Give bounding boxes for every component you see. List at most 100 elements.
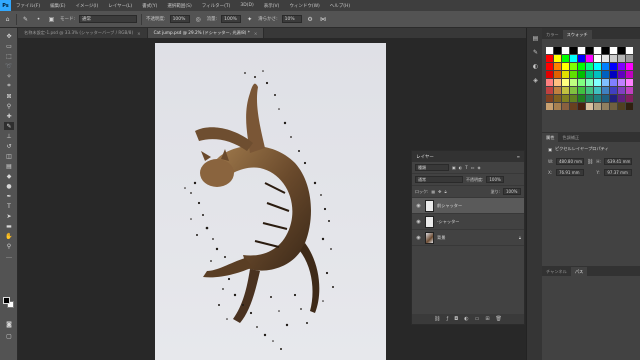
color-swatch[interactable]: [570, 87, 577, 94]
color-swatch[interactable]: [586, 71, 593, 78]
close-icon[interactable]: ×: [254, 31, 258, 36]
lock-all-icon[interactable]: 🔒︎: [445, 189, 447, 194]
menu-filter[interactable]: フィルター(T): [197, 3, 236, 9]
screen-mode-icon[interactable]: ▢: [4, 332, 14, 340]
close-icon[interactable]: ×: [137, 31, 141, 36]
quick-select-tool-icon[interactable]: ✧: [4, 72, 14, 80]
filter-type-icon[interactable]: T: [465, 165, 467, 170]
menu-help[interactable]: ヘルプ(H): [325, 3, 355, 9]
menu-window[interactable]: ウィンドウ(W): [284, 3, 324, 9]
color-swatch[interactable]: [562, 95, 569, 102]
link-layers-icon[interactable]: ⛓: [434, 316, 440, 322]
menu-edit[interactable]: 編集(E): [45, 3, 70, 9]
healing-tool-icon[interactable]: ✚: [4, 112, 14, 120]
color-swatch[interactable]: [618, 103, 625, 110]
menu-image[interactable]: イメージ(I): [70, 3, 103, 9]
color-swatch[interactable]: [610, 103, 617, 110]
color-swatch[interactable]: [562, 55, 569, 62]
brush-size-icon[interactable]: •: [34, 15, 43, 24]
link-icon[interactable]: ⛓: [587, 159, 593, 165]
blend-mode-dropdown[interactable]: 通常: [415, 176, 463, 183]
color-swatch[interactable]: [602, 55, 609, 62]
fx-icon[interactable]: ƒ: [446, 316, 448, 322]
tab-paths[interactable]: パス: [570, 267, 588, 276]
color-swatch[interactable]: [594, 95, 601, 102]
color-swatch[interactable]: [594, 79, 601, 86]
color-swatch[interactable]: [570, 47, 577, 54]
color-swatch[interactable]: [578, 47, 585, 54]
brush-tool-icon[interactable]: ✎: [21, 15, 30, 24]
airbrush-icon[interactable]: ✦: [245, 15, 254, 24]
eye-icon[interactable]: ◉: [415, 219, 422, 225]
color-swatch[interactable]: [618, 79, 625, 86]
eye-icon[interactable]: ◉: [415, 203, 422, 209]
blur-tool-icon[interactable]: ◆: [4, 172, 14, 180]
color-swatch[interactable]: [554, 63, 561, 70]
color-swatch[interactable]: [578, 71, 585, 78]
frame-tool-icon[interactable]: ⊠: [4, 92, 14, 100]
y-field[interactable]: 97.37 mm: [604, 169, 633, 176]
color-swatch[interactable]: [578, 95, 585, 102]
crop-tool-icon[interactable]: ⌗: [4, 82, 14, 90]
color-swatch[interactable]: [594, 71, 601, 78]
shape-tool-icon[interactable]: ▬: [4, 222, 14, 230]
color-swatch[interactable]: [562, 79, 569, 86]
opacity-field[interactable]: 100%: [169, 15, 190, 23]
move-tool-icon[interactable]: ✥: [4, 32, 14, 40]
color-swatch[interactable]: [602, 79, 609, 86]
color-swatch[interactable]: [602, 71, 609, 78]
tab-untitled[interactable]: 名称未設定-1.psd @ 33.3% (シャッターバーブ / RGB/8) ×: [18, 28, 148, 38]
color-swatch[interactable]: [554, 95, 561, 102]
color-swatch[interactable]: [554, 103, 561, 110]
zoom-tool-icon[interactable]: ⚲: [4, 242, 14, 250]
color-swatch[interactable]: [570, 103, 577, 110]
mode-dropdown[interactable]: 通常: [79, 15, 138, 23]
color-swatch[interactable]: [554, 47, 561, 54]
color-swatch[interactable]: [570, 63, 577, 70]
color-swatch[interactable]: [546, 71, 553, 78]
quick-mask-icon[interactable]: ◙: [4, 320, 14, 328]
smoothing-field[interactable]: 10%: [281, 15, 302, 23]
eyedropper-tool-icon[interactable]: ⚲: [4, 102, 14, 110]
color-swatch[interactable]: [578, 79, 585, 86]
color-swatch[interactable]: [626, 79, 633, 86]
color-swatch[interactable]: [626, 103, 633, 110]
brush-tool-icon[interactable]: ✎: [4, 122, 14, 130]
color-swatch[interactable]: [554, 55, 561, 62]
layer-row[interactable]: ◉ 背景 🔒︎: [412, 230, 524, 246]
filter-adjustment-icon[interactable]: ◐: [459, 165, 463, 170]
color-swatch[interactable]: [626, 95, 633, 102]
trash-icon[interactable]: 🗑︎: [496, 316, 502, 322]
color-swatch[interactable]: [586, 63, 593, 70]
color-swatch[interactable]: [618, 63, 625, 70]
color-swatch[interactable]: [562, 71, 569, 78]
color-swatch[interactable]: [610, 47, 617, 54]
type-tool-icon[interactable]: T: [4, 202, 14, 210]
tab-channels[interactable]: チャンネル: [542, 267, 571, 276]
symmetry-icon[interactable]: ⋈: [319, 15, 328, 24]
history-panel-icon[interactable]: ▤: [531, 34, 540, 43]
menu-3d[interactable]: 3D(D): [235, 3, 258, 8]
eye-icon[interactable]: ◉: [415, 235, 422, 241]
color-swatch[interactable]: [594, 47, 601, 54]
color-swatch[interactable]: [570, 71, 577, 78]
color-swatch[interactable]: [578, 55, 585, 62]
color-swatch[interactable]: [562, 87, 569, 94]
clone-stamp-tool-icon[interactable]: ⊥: [4, 132, 14, 140]
color-swatch[interactable]: [626, 47, 633, 54]
tab-properties[interactable]: 属性: [542, 133, 559, 142]
color-swatch[interactable]: [602, 95, 609, 102]
color-swatch[interactable]: [546, 95, 553, 102]
color-swatch[interactable]: [586, 55, 593, 62]
color-swatch[interactable]: [554, 71, 561, 78]
dodge-tool-icon[interactable]: ●: [4, 182, 14, 190]
height-field[interactable]: 639.41 mm: [604, 158, 633, 165]
color-swatch[interactable]: [602, 103, 609, 110]
layer-fill-field[interactable]: 100%: [503, 188, 521, 195]
color-swatch[interactable]: [626, 71, 633, 78]
color-swatch[interactable]: [546, 79, 553, 86]
width-field[interactable]: 480.80 mm: [556, 158, 584, 165]
smoothing-settings-icon[interactable]: ⚙: [306, 15, 315, 24]
tab-adjustments[interactable]: 色調補正: [558, 133, 583, 142]
color-swatch[interactable]: [610, 55, 617, 62]
